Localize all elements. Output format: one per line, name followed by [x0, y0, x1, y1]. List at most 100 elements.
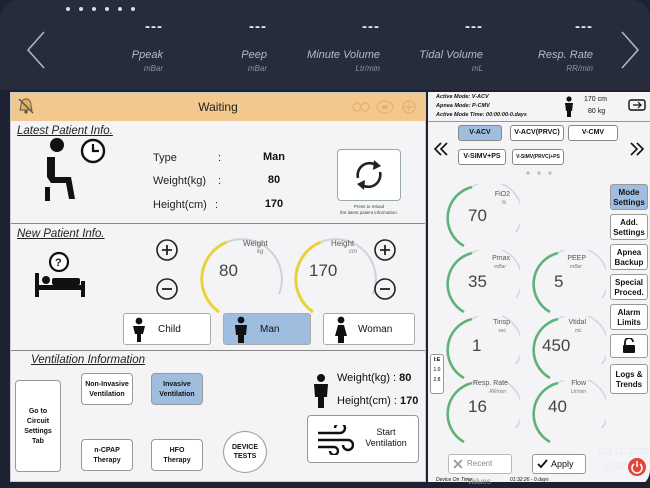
apply-label: Apply — [551, 459, 574, 469]
button-label: Add. — [620, 218, 638, 227]
switch-icon[interactable] — [628, 98, 646, 112]
button-label: Proced. — [614, 288, 644, 297]
vtidal-name: Vtidal — [568, 319, 586, 326]
button-label: Mode — [618, 188, 640, 197]
circuit-settings-button[interactable]: Go to Circuit Settings Tab — [15, 380, 61, 472]
status-bar: Waiting — [11, 93, 425, 121]
mode-panel: Active Mode: V-ACV Apnea Mode: P-CMV Act… — [428, 92, 650, 486]
apnea-backup-button[interactable]: Apnea Backup — [610, 244, 648, 270]
refresh-icon — [356, 160, 382, 190]
button-label: Backup — [614, 258, 644, 267]
flow-value: 40 — [548, 397, 567, 416]
tinsp-value: 1 — [472, 336, 482, 355]
button-label: Tab — [32, 438, 44, 445]
seated-patient-icon — [45, 138, 106, 201]
patient-panel: Waiting Latest Patient Info. Type : Man … — [10, 92, 426, 482]
unlock-button[interactable] — [610, 334, 648, 358]
weight-decrease-icon[interactable] — [155, 277, 179, 301]
divider — [11, 223, 425, 224]
apnea-mode: Apnea Mode: P-CMV — [436, 103, 490, 109]
param-value: --- — [362, 18, 380, 35]
child-label: Child — [158, 324, 181, 335]
param-name: Peep — [241, 49, 267, 61]
chevron-double-right-icon[interactable] — [628, 140, 646, 158]
vent-height-value: 170 — [399, 395, 419, 407]
device-tests-button[interactable]: DEVICE TESTS — [223, 431, 267, 473]
button-label: HFO — [169, 447, 185, 454]
mode-weight-value: 80 — [588, 108, 596, 115]
param-unit: mL — [471, 64, 483, 73]
vent-height: Height(cm) : 170 — [337, 395, 418, 407]
chevron-right-icon[interactable] — [618, 30, 642, 70]
patient-figure-icon — [565, 96, 573, 117]
colon: : — [218, 175, 222, 187]
type-value: Man — [263, 151, 285, 163]
colon: : — [218, 152, 222, 164]
vent-weight-value: 80 — [399, 372, 412, 384]
network-icon — [402, 100, 416, 114]
button-label: Therapy — [93, 457, 121, 464]
button-label: Ventilation — [89, 391, 125, 398]
unlock-icon — [623, 337, 635, 353]
mode-button-v-simv-ps[interactable]: V-SIMV+PS — [458, 149, 506, 165]
start-ventilation-button[interactable]: Start Ventilation — [307, 415, 419, 463]
apply-button[interactable]: Apply — [532, 454, 586, 474]
fio2-name: FiO2 — [494, 191, 510, 198]
mode-button-v-simv-prvc-ps[interactable]: V-SIMV(PRVC)+PS — [512, 149, 564, 165]
param-resp-rate: --- Resp. Rate RR/min — [503, 18, 593, 73]
add-settings-button[interactable]: Add. Settings — [610, 214, 648, 240]
height-increase-icon[interactable] — [373, 238, 397, 262]
battery-icon — [376, 100, 394, 114]
ncpap-therapy-button[interactable]: n-CPAP Therapy — [81, 439, 133, 471]
recent-values-button[interactable]: Recent Values — [448, 454, 512, 486]
peep-name: PEEP — [567, 255, 586, 262]
mode-button-v-cmv[interactable]: V-CMV — [568, 125, 618, 141]
mode-settings-button[interactable]: Mode Settings — [610, 184, 648, 210]
weight-dial-value: 80 — [219, 261, 238, 280]
mode-button-v-acv-prvc[interactable]: V-ACV(PRVC) — [510, 125, 564, 141]
peep-value: 5 — [554, 272, 564, 291]
mode-button-v-acv[interactable]: V-ACV — [458, 125, 502, 141]
button-label: Non-Invasive — [85, 381, 129, 388]
param-value: --- — [249, 18, 267, 35]
button-label: Circuit — [26, 418, 50, 425]
special-procedures-button[interactable]: Special Proced. — [610, 274, 648, 300]
wind-icon — [318, 425, 354, 455]
reload-patient-button[interactable] — [337, 149, 401, 201]
button-label: Alarm — [617, 308, 641, 317]
tinsp-name: Tinsp — [493, 319, 510, 326]
active-mode-time: Active Mode Time: 00:00:00-0.days — [436, 112, 527, 118]
ie-value: 1.0 — [433, 367, 441, 373]
height-decrease-icon[interactable] — [373, 277, 397, 301]
active-mode: Active Mode: V-ACV — [436, 94, 489, 100]
height-label: Height(cm) — [153, 199, 207, 211]
non-invasive-button[interactable]: Non-Invasive Ventilation — [81, 373, 133, 405]
power-icon — [631, 461, 643, 474]
vent-height-label: Height(cm) : — [337, 395, 397, 407]
woman-button[interactable]: Woman — [323, 313, 415, 345]
logs-trends-button[interactable]: Logs & Trends — [610, 364, 648, 394]
chevron-left-icon[interactable] — [24, 30, 48, 70]
chevron-double-left-icon[interactable] — [432, 140, 450, 158]
height-dial-unit: cm — [349, 249, 357, 255]
power-button[interactable] — [628, 458, 646, 476]
button-label: Trends — [615, 380, 643, 389]
hfo-therapy-button[interactable]: HFO Therapy — [151, 439, 203, 471]
button-label: Logs & — [615, 370, 643, 379]
child-button[interactable]: Child — [123, 313, 211, 345]
invasive-button[interactable]: Invasive Ventilation — [151, 373, 203, 405]
weight-increase-icon[interactable] — [155, 238, 179, 262]
close-icon — [453, 459, 463, 469]
time-display: 17:57 — [604, 461, 627, 471]
alarm-limits-button[interactable]: Alarm Limits — [610, 304, 648, 330]
button-label: DEVICE — [231, 444, 259, 451]
date-display: Oct 11, 2020 — [598, 446, 649, 456]
param-name: Resp. Rate — [537, 49, 593, 61]
man-button[interactable]: Man — [223, 313, 311, 345]
man-label: Man — [260, 324, 280, 335]
gas-supply-icon — [352, 102, 370, 112]
man-icon — [235, 316, 247, 343]
button-label: Ventilation — [365, 438, 407, 448]
button-label: Settings — [613, 198, 645, 207]
param-unit: mBar — [143, 64, 163, 73]
